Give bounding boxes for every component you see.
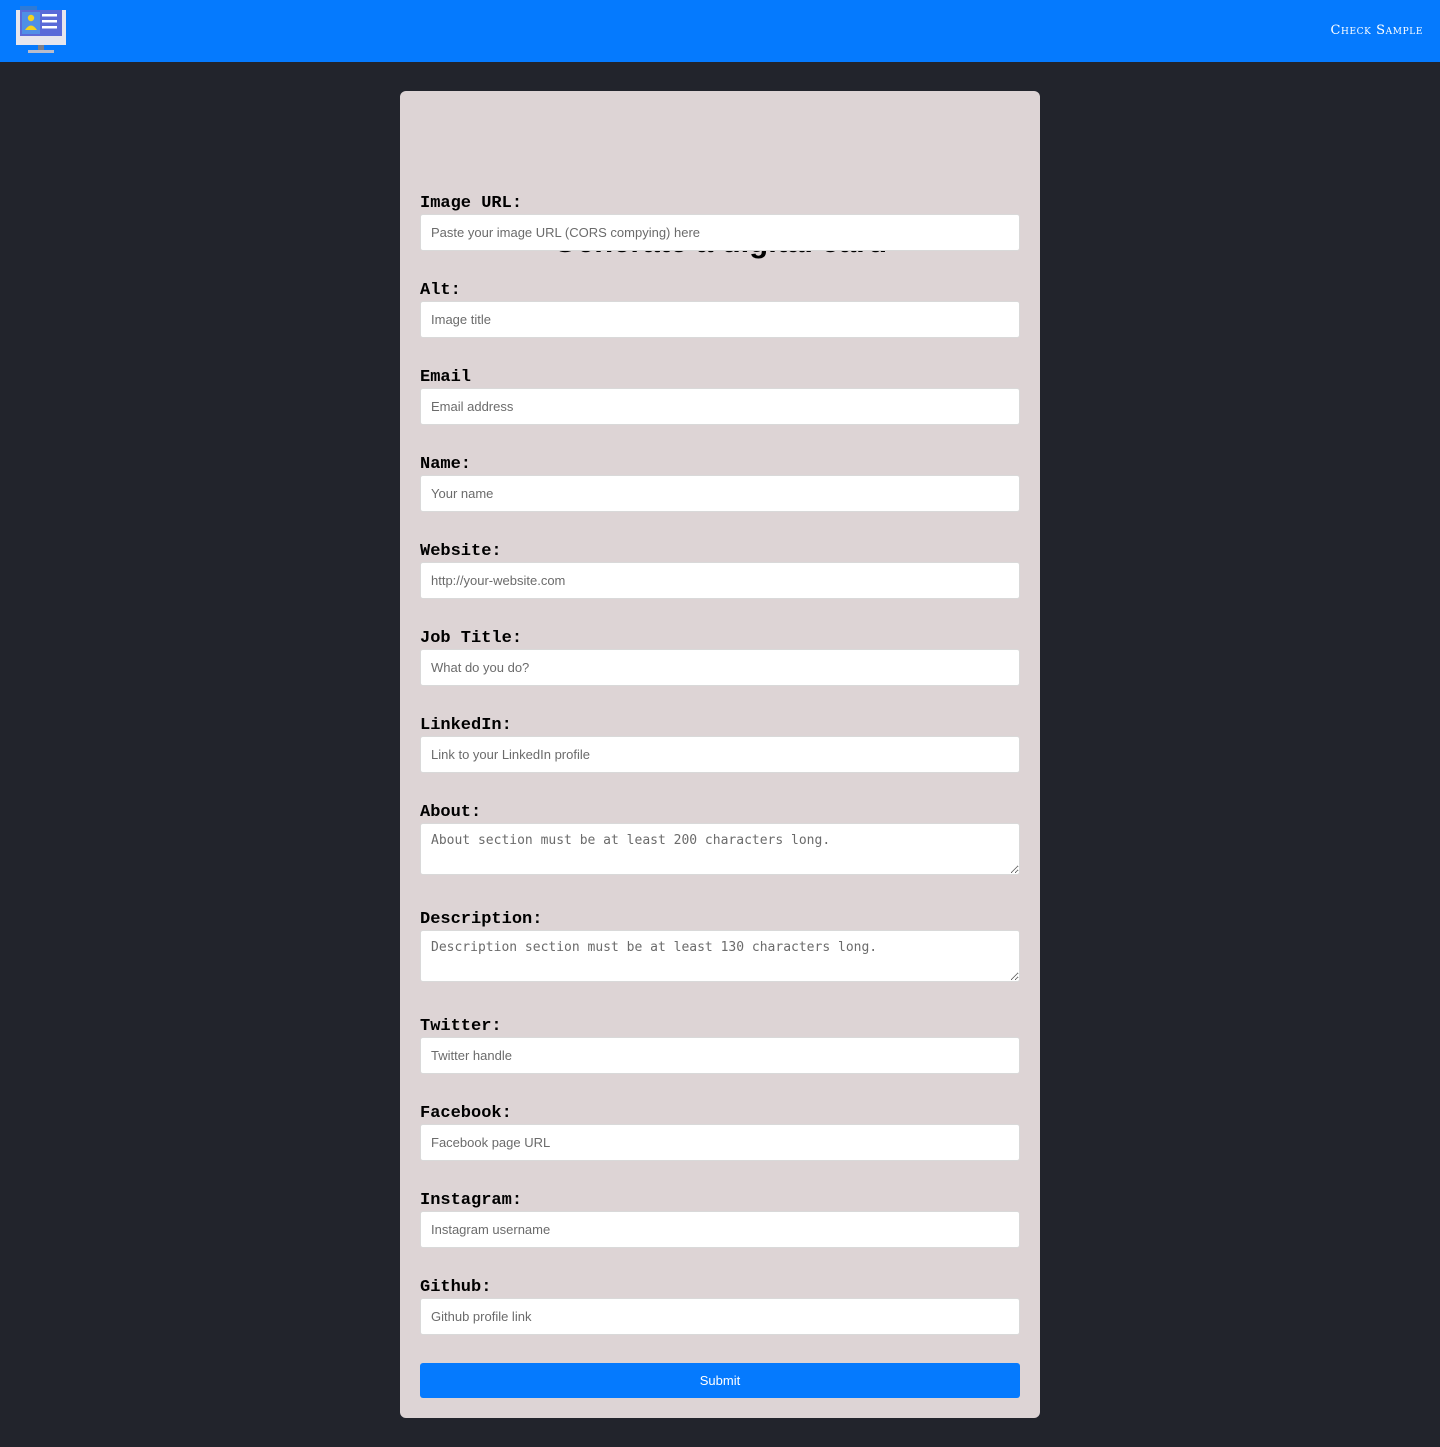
website-label: Website: (420, 542, 502, 561)
about-textarea[interactable] (420, 823, 1020, 875)
github-field-group: Github: (420, 1278, 1020, 1335)
digital-card-monitor-icon[interactable] (15, 6, 67, 54)
image-url-field-group: Image URL: (420, 194, 1020, 251)
facebook-field-group: Facebook: (420, 1104, 1020, 1161)
twitter-label: Twitter: (420, 1017, 502, 1036)
name-field-group: Name: (420, 455, 1020, 512)
top-navbar: Check Sample (0, 0, 1440, 62)
email-label: Email (420, 368, 472, 387)
submit-button[interactable]: Submit (420, 1363, 1020, 1398)
name-label: Name: (420, 455, 472, 474)
github-label: Github: (420, 1278, 492, 1297)
job-title-label: Job Title: (420, 629, 523, 648)
instagram-input[interactable] (420, 1211, 1020, 1248)
image-url-input[interactable] (420, 214, 1020, 251)
twitter-field-group: Twitter: (420, 1017, 1020, 1074)
description-textarea[interactable] (420, 930, 1020, 982)
linkedin-input[interactable] (420, 736, 1020, 773)
github-input[interactable] (420, 1298, 1020, 1335)
description-label: Description: (420, 910, 543, 929)
email-input[interactable] (420, 388, 1020, 425)
alt-field-group: Alt: (420, 281, 1020, 338)
website-field-group: Website: (420, 542, 1020, 599)
image-url-label: Image URL: (420, 194, 523, 213)
facebook-input[interactable] (420, 1124, 1020, 1161)
alt-input[interactable] (420, 301, 1020, 338)
facebook-label: Facebook: (420, 1104, 512, 1123)
linkedin-label: LinkedIn: (420, 716, 512, 735)
instagram-field-group: Instagram: (420, 1191, 1020, 1248)
check-sample-link[interactable]: Check Sample (1330, 23, 1423, 38)
website-input[interactable] (420, 562, 1020, 599)
job-title-input[interactable] (420, 649, 1020, 686)
job-title-field-group: Job Title: (420, 629, 1020, 686)
about-field-group: About: (420, 803, 1020, 875)
description-field-group: Description: (420, 910, 1020, 982)
alt-label: Alt: (420, 281, 461, 300)
card-form-container: Generate a digital card Image URL: Alt: … (400, 91, 1040, 1418)
linkedin-field-group: LinkedIn: (420, 716, 1020, 773)
twitter-input[interactable] (420, 1037, 1020, 1074)
instagram-label: Instagram: (420, 1191, 523, 1210)
about-label: About: (420, 803, 482, 822)
name-input[interactable] (420, 475, 1020, 512)
email-field-group: Email (420, 368, 1020, 425)
